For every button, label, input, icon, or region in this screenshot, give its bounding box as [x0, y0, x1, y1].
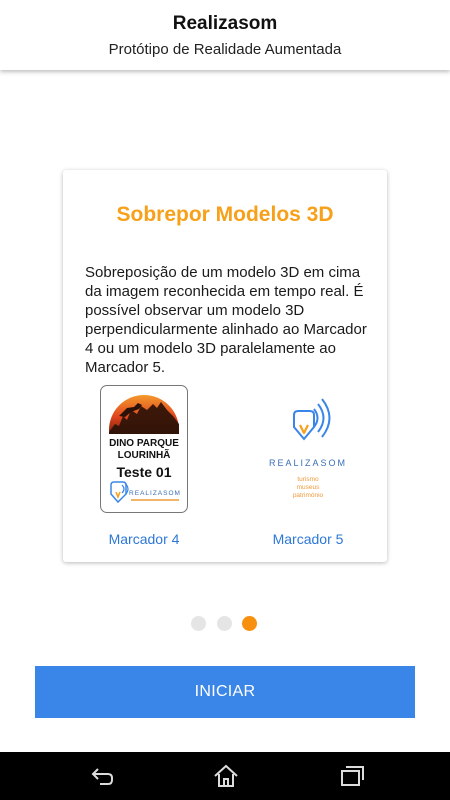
marker-5-link[interactable]: Marcador 5: [258, 531, 358, 547]
recents-icon[interactable]: [336, 762, 366, 790]
app-header: Realizasom Protótipo de Realidade Aument…: [0, 0, 450, 70]
page-dot-1[interactable]: [191, 616, 206, 631]
marker-5-tagline-1: turismo: [297, 476, 319, 483]
marker-4-brand-text: REALIZASOM: [129, 490, 181, 497]
app-title: Realizasom: [172, 13, 278, 34]
marker-4: DINO PARQUE LOURINHÃ Teste 01 REALIZASOM…: [99, 385, 189, 547]
feature-card: Sobrepor Modelos 3D Sobreposição de um m…: [63, 170, 387, 562]
system-navigation-bar: [0, 752, 450, 800]
dino-park-marker-image: DINO PARQUE LOURINHÃ Teste 01 REALIZASOM: [109, 395, 181, 504]
marker-5-image: REALIZASOM turismo museus património: [258, 385, 358, 513]
marker-4-text-line-3: Teste 01: [117, 464, 172, 480]
marker-4-text-line-2: LOURINHÃ: [118, 448, 171, 461]
card-title: Sobrepor Modelos 3D: [116, 203, 334, 226]
realizasom-logo-icon: REALIZASOM turismo museus património: [269, 398, 347, 499]
marker-5: REALIZASOM turismo museus património Mar…: [258, 385, 358, 547]
page-dot-3-active[interactable]: [242, 616, 257, 631]
home-icon[interactable]: [211, 762, 241, 790]
marker-4-image: DINO PARQUE LOURINHÃ Teste 01 REALIZASOM: [100, 385, 188, 513]
marker-5-tagline-3: património: [293, 492, 324, 499]
start-button[interactable]: INICIAR: [35, 666, 415, 718]
marker-4-link[interactable]: Marcador 4: [99, 531, 189, 547]
marker-5-tagline-2: museus: [297, 484, 321, 491]
page-dot-2[interactable]: [217, 616, 232, 631]
marker-4-text-line-1: DINO PARQUE: [109, 438, 179, 449]
app-subtitle: Protótipo de Realidade Aumentada: [108, 41, 342, 58]
card-description: Sobreposição de um modelo 3D em cima da …: [85, 264, 367, 376]
marker-5-brand-text: REALIZASOM: [269, 458, 347, 468]
back-icon[interactable]: [86, 762, 116, 790]
